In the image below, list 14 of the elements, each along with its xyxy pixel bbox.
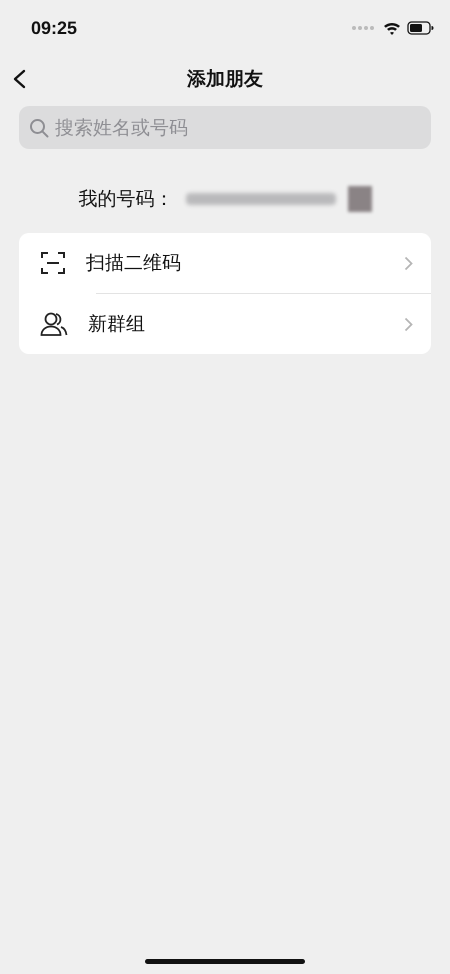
scan-icon [40, 250, 66, 276]
signal-icon [351, 25, 377, 31]
menu-item[interactable]: 扫描二维码 [19, 233, 431, 293]
menu-item[interactable]: 新群组 [19, 294, 431, 354]
search-field[interactable]: 搜索姓名或号码 [19, 106, 431, 149]
search-icon [29, 118, 49, 138]
chevron-icon [404, 316, 413, 332]
my-number-label: 我的号码： [78, 187, 174, 212]
status-time: 09:25 [31, 18, 78, 38]
wifi-icon [383, 21, 401, 35]
chevron-icon [404, 256, 413, 270]
people-icon [40, 311, 68, 337]
page-title: 添加朋友 [187, 67, 263, 92]
battery-icon [407, 21, 434, 35]
